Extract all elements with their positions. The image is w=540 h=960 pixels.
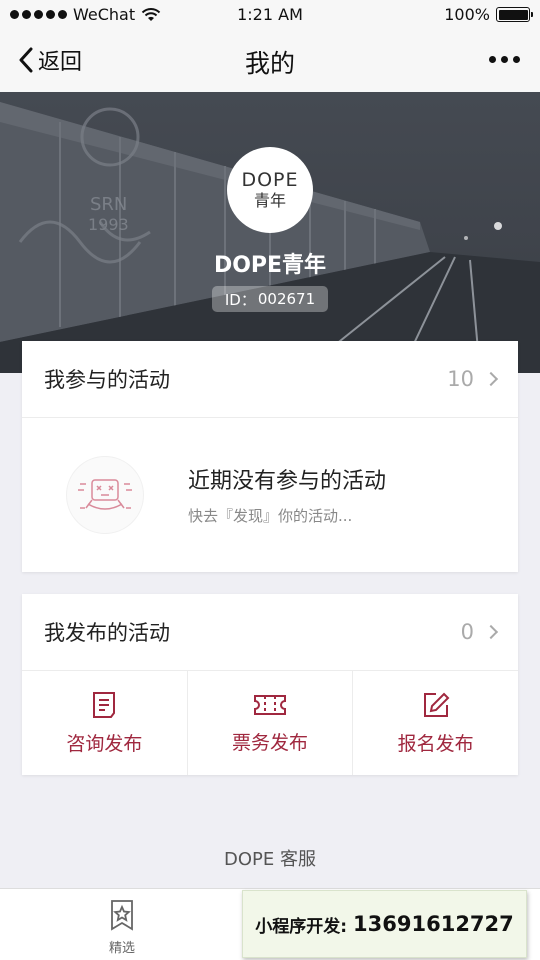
chevron-left-icon — [19, 47, 33, 73]
participated-activities-card: 我参与的活动 10 近期没有参与的活动 快去『发现』你的活动... — [22, 341, 518, 572]
chevron-right-icon — [483, 371, 499, 387]
ticket-publish-button[interactable]: 票务发布 — [188, 671, 354, 775]
status-right: 100% — [444, 5, 533, 24]
user-id-value: 002671 — [257, 290, 316, 308]
username: DOPE青年 — [213, 253, 327, 278]
participated-activities-title: 我参与的活动 — [44, 368, 170, 392]
user-id-badge: ID： 002671 — [212, 286, 328, 312]
participated-activities-count: 10 — [447, 367, 474, 391]
back-button[interactable]: 返回 — [18, 44, 82, 76]
published-activities-header[interactable]: 我发布的活动 0 — [22, 594, 518, 671]
avatar[interactable]: DOPE 青年 — [227, 147, 313, 233]
signup-publish-button[interactable]: 报名发布 — [353, 671, 518, 775]
avatar-logo-text: DOPE — [241, 169, 299, 191]
profile-header: SRN 1993 DOPE 青年 DOPE青年 ID： 002671 — [0, 92, 540, 373]
status-bar: WeChat 1:21 AM 100% — [0, 0, 540, 30]
developer-contact-label: 小程序开发: — [255, 916, 348, 937]
empty-state-text: 近期没有参与的活动 快去『发现』你的活动... — [188, 463, 386, 526]
bookmark-star-icon — [111, 900, 133, 931]
more-dot-icon — [489, 56, 496, 63]
empty-state: 近期没有参与的活动 快去『发现』你的活动... — [22, 418, 518, 571]
user-id-label: ID： — [224, 290, 256, 309]
battery-percent: 100% — [444, 5, 490, 24]
signup-publish-label: 报名发布 — [397, 732, 474, 755]
battery-icon — [496, 7, 533, 22]
customer-service-link[interactable]: DOPE 客服 — [0, 845, 540, 871]
chevron-right-icon — [483, 624, 499, 640]
consult-publish-label: 咨询发布 — [66, 732, 143, 755]
tab-featured[interactable]: 精选 — [82, 899, 162, 956]
publish-actions: 咨询发布 票务发布 报名发布 — [22, 671, 518, 775]
empty-face-icon — [66, 455, 144, 534]
back-label: 返回 — [38, 50, 83, 75]
nav-bar: 返回 我的 — [0, 30, 540, 92]
edit-icon — [423, 692, 450, 717]
empty-state-title: 近期没有参与的活动 — [188, 469, 387, 494]
consult-publish-button[interactable]: 咨询发布 — [22, 671, 188, 775]
participated-activities-header[interactable]: 我参与的活动 10 — [22, 341, 518, 418]
tab-featured-label: 精选 — [108, 941, 135, 956]
empty-state-subtitle: 快去『发现』你的活动... — [188, 507, 353, 525]
published-activities-card: 我发布的活动 0 咨询发布 票务发布 报名发布 — [22, 594, 518, 775]
ticket-icon — [254, 694, 286, 715]
ticket-publish-label: 票务发布 — [232, 731, 309, 754]
document-icon — [93, 691, 116, 718]
svg-text:SRN: SRN — [90, 194, 127, 215]
svg-text:1993: 1993 — [88, 215, 129, 234]
more-button[interactable] — [485, 48, 524, 71]
published-activities-title: 我发布的活动 — [44, 621, 170, 645]
published-activities-count: 0 — [460, 620, 474, 644]
participated-activities-count-group: 10 — [447, 367, 499, 391]
developer-contact-banner: 小程序开发: 13691612727 — [242, 890, 527, 958]
published-activities-count-group: 0 — [460, 620, 499, 644]
avatar-logo-subtext: 青年 — [253, 191, 286, 210]
developer-contact-phone: 13691612727 — [353, 912, 514, 936]
